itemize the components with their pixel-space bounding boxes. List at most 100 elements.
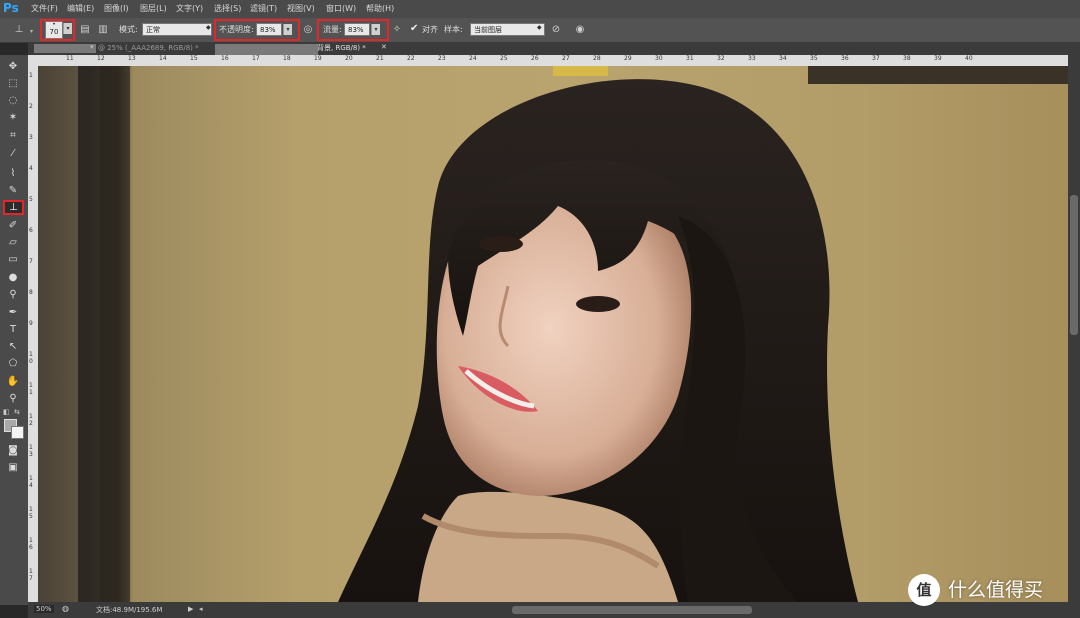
ruler-top-label: 29 xyxy=(624,55,632,62)
flow-input[interactable]: 83% xyxy=(344,23,370,36)
zoom-level[interactable]: 50% xyxy=(34,605,54,613)
ruler-top-label: 17 xyxy=(252,55,260,62)
menu-select[interactable]: 选择(S) xyxy=(214,3,241,15)
menu-help[interactable]: 帮助(H) xyxy=(366,3,394,15)
align-checkbox[interactable]: ✔ xyxy=(410,23,418,34)
sample-select[interactable]: 当前图层 xyxy=(470,23,545,36)
lasso-tool-icon[interactable]: ◌ xyxy=(4,94,22,108)
zoom-tool-icon[interactable]: ⚲ xyxy=(4,392,22,406)
ignore-adjustment-layers-icon[interactable]: ⊘ xyxy=(549,23,563,37)
right-eye xyxy=(576,296,620,312)
magic-wand-tool-icon[interactable]: ✶ xyxy=(4,111,22,125)
tab-document-2[interactable]: 背景, RGB/8) * xyxy=(317,42,366,55)
ruler-top-label: 36 xyxy=(841,55,849,62)
clone-stamp-tool-icon[interactable]: ⊥ xyxy=(12,23,26,37)
quick-mask-icon[interactable]: ◙ xyxy=(4,444,22,458)
menu-type[interactable]: 文字(Y) xyxy=(176,3,203,15)
ruler-top-label: 39 xyxy=(934,55,942,62)
ruler-top-label: 25 xyxy=(500,55,508,62)
tab-menu-icon[interactable]: ▾ xyxy=(90,43,94,51)
menu-filter[interactable]: 滤镜(T) xyxy=(250,3,277,15)
opacity-slider-toggle-icon[interactable]: ▾ xyxy=(283,24,292,35)
ruler-left-label: 2 xyxy=(29,103,33,110)
ruler-left-label: 1 3 xyxy=(29,444,33,458)
ruler-top-label: 11 xyxy=(66,55,74,62)
brush-size-picker[interactable]: • 70 xyxy=(45,21,63,39)
ruler-top-label: 19 xyxy=(314,55,322,62)
menu-bar: Ps 文件(F) 编辑(E) 图像(I) 图层(L) 文字(Y) 选择(S) 滤… xyxy=(0,0,1080,18)
brush-tool-icon[interactable]: ✎ xyxy=(4,184,22,198)
ruler-top-label: 16 xyxy=(221,55,229,62)
blur-tool-icon[interactable]: ● xyxy=(4,271,22,285)
vertical-scroll-thumb[interactable] xyxy=(1070,195,1078,335)
ruler-left-label: 1 2 xyxy=(29,413,33,427)
shape-tool-icon[interactable]: ⬠ xyxy=(4,357,22,371)
horizontal-scroll-thumb[interactable] xyxy=(512,606,752,614)
ruler-left-label: 8 xyxy=(29,289,33,296)
status-menu-arrow-icon[interactable]: ▶ xyxy=(188,605,193,613)
clone-stamp-tool-highlight[interactable]: ⊥ xyxy=(3,200,24,215)
clone-source-panel-icon[interactable]: ▥ xyxy=(96,23,110,37)
pressure-opacity-icon[interactable]: ◎ xyxy=(301,23,315,37)
mode-select[interactable]: 正常 xyxy=(142,23,212,36)
ruler-left-label: 1 7 xyxy=(29,568,33,582)
healing-brush-tool-icon[interactable]: ⌇ xyxy=(4,167,22,181)
pressure-size-icon[interactable]: ◉ xyxy=(573,23,587,37)
background-color-swatch[interactable] xyxy=(11,426,24,439)
ruler-top-label: 23 xyxy=(438,55,446,62)
tab-document-1[interactable]: @ 25% (_AAA2689, RGB/8) * xyxy=(98,42,199,55)
background-light xyxy=(553,66,608,76)
menu-layer[interactable]: 图层(L) xyxy=(140,3,167,15)
crop-tool-icon[interactable]: ⌗ xyxy=(4,129,22,143)
ruler-top-label: 38 xyxy=(903,55,911,62)
dodge-tool-icon[interactable]: ⚲ xyxy=(4,288,22,302)
history-brush-tool-icon[interactable]: ✐ xyxy=(4,219,22,233)
align-label: 对齐 xyxy=(422,25,438,34)
eraser-tool-icon[interactable]: ▱ xyxy=(4,236,22,250)
screen-mode-icon[interactable]: ▣ xyxy=(4,461,22,475)
menu-window[interactable]: 窗口(W) xyxy=(326,3,356,15)
default-colors-icon[interactable]: ◧ xyxy=(3,408,10,416)
ruler-top-label: 12 xyxy=(97,55,105,62)
ruler-left-label: 1 6 xyxy=(29,537,33,551)
ruler-left-label: 7 xyxy=(29,258,33,265)
vertical-scrollbar[interactable] xyxy=(1068,55,1080,605)
clone-stamp-tool-icon: ⊥ xyxy=(9,202,18,213)
document-canvas[interactable] xyxy=(38,66,1068,602)
ruler-top-label: 27 xyxy=(562,55,570,62)
airbrush-icon[interactable]: ✧ xyxy=(390,23,404,37)
redacted-filename-2 xyxy=(215,44,318,55)
pen-tool-icon[interactable]: ✒ xyxy=(4,306,22,320)
scroll-left-arrow-icon[interactable]: ◂ xyxy=(199,605,203,613)
ruler-top-label: 14 xyxy=(159,55,167,62)
options-bar: ⊥ ▾ • 70 ▾ ▤ ▥ 模式: 正常 ◆ 不透明度: 83% ▾ ◎ 流量… xyxy=(0,18,1080,43)
menu-file[interactable]: 文件(F) xyxy=(31,3,58,15)
marquee-tool-icon[interactable]: ⬚ xyxy=(4,77,22,91)
ruler-top-label: 37 xyxy=(872,55,880,62)
swap-colors-icon[interactable]: ⇆ xyxy=(14,408,20,416)
path-select-tool-icon[interactable]: ↖ xyxy=(4,340,22,354)
ruler-left-label: 9 xyxy=(29,320,33,327)
move-tool-icon[interactable]: ✥ xyxy=(4,60,22,74)
ruler-top-label: 31 xyxy=(686,55,694,62)
sample-dropdown-icon: ◆ xyxy=(537,24,542,31)
ruler-top-label: 26 xyxy=(531,55,539,62)
ruler-left-label: 1 0 xyxy=(29,351,33,365)
ruler-top-label: 33 xyxy=(748,55,756,62)
menu-image[interactable]: 图像(I) xyxy=(104,3,129,15)
gradient-tool-icon[interactable]: ▭ xyxy=(4,253,22,267)
brush-size-dropdown-icon[interactable]: ▾ xyxy=(63,23,72,34)
brush-panel-toggle-icon[interactable]: ▤ xyxy=(78,23,92,37)
menu-edit[interactable]: 编辑(E) xyxy=(67,3,94,15)
ruler-top-label: 21 xyxy=(376,55,384,62)
opacity-input[interactable]: 83% xyxy=(256,23,282,36)
menu-view[interactable]: 视图(V) xyxy=(287,3,315,15)
tool-preset-arrow-icon[interactable]: ▾ xyxy=(30,28,33,35)
flow-label: 流量: xyxy=(323,25,342,34)
mode-dropdown-icon: ◆ xyxy=(206,24,211,31)
hand-tool-icon[interactable]: ✋ xyxy=(4,375,22,389)
tab-close-icon[interactable]: ✕ xyxy=(381,43,387,51)
eyedropper-tool-icon[interactable]: ⁄ xyxy=(4,147,22,161)
flow-slider-toggle-icon[interactable]: ▾ xyxy=(371,24,380,35)
type-tool-icon[interactable]: T xyxy=(4,323,22,337)
